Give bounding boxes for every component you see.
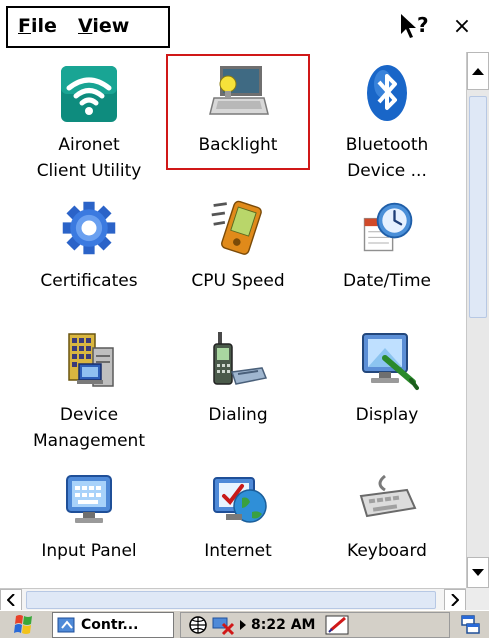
clock[interactable]: 8:22 AM [251,617,315,633]
item-keyboard[interactable]: Keyboard [312,468,462,588]
help-arrow-icon: ? [401,13,429,38]
arrow-up-icon [472,68,484,75]
item-aironet[interactable]: Aironet Client Utility [14,58,164,194]
task-label: Contr... [81,617,139,633]
device-management-icon [68,333,114,387]
close-button[interactable]: × [441,8,483,44]
scroll-left-button[interactable] [0,589,22,611]
control-panel-icon [57,617,75,633]
item-label: Input Panel [41,541,137,561]
item-label: Certificates [40,271,138,291]
display-monitor-icon [362,333,419,390]
vertical-scroll-thumb[interactable] [469,96,487,318]
windows-flag-icon [14,615,32,634]
item-label: Aironet Client Utility [36,135,142,181]
item-date-time[interactable]: Date/Time [312,198,462,304]
dialing-phone-icon [213,332,268,385]
item-internet[interactable]: Internet [163,468,313,588]
task-switcher-button[interactable] [456,612,486,638]
input-panel-icon [66,475,112,523]
connection-status-icon[interactable] [211,614,237,636]
wifi-icon [61,66,117,122]
item-certificates[interactable]: Certificates [14,198,164,304]
date-time-clock-icon [363,202,413,252]
taskbar: Contr... 8:22 AM [0,610,489,638]
help-button[interactable]: ? [393,8,437,44]
item-display[interactable]: Display [312,328,462,460]
item-label: Device Management [33,405,145,451]
item-label: Dialing [208,405,268,425]
cpu-speed-pda-icon [211,200,262,255]
item-input-panel[interactable]: Input Panel [14,468,164,588]
item-backlight[interactable]: Backlight [163,58,313,194]
system-tray: 8:22 AM [180,612,450,638]
network-globe-icon[interactable] [187,615,209,635]
arrow-down-icon [472,568,484,576]
tray-arrow-icon[interactable] [239,620,247,630]
certificates-gear-icon [62,201,116,255]
close-icon: × [452,13,472,39]
arrow-left-icon [7,594,15,606]
keyboard-icon [359,474,417,518]
item-cpu-speed[interactable]: CPU Speed [163,198,313,304]
item-label: Backlight [198,135,278,155]
scroll-up-button[interactable] [467,52,489,90]
item-label: Internet [204,541,272,561]
item-label: Display [355,405,419,425]
view-menu[interactable]: View [78,15,129,37]
pen-input-icon[interactable] [325,614,351,636]
arrow-right-icon [451,594,459,606]
windows-stack-icon [461,615,480,634]
horizontal-scroll-thumb[interactable] [26,591,436,609]
item-bluetooth[interactable]: Bluetooth Device ... [312,58,462,194]
menu-bar: File View ? × [0,0,489,52]
control-panel-grid: Aironet Client Utility Backlight Bluetoo… [0,52,466,588]
bluetooth-icon [367,65,407,121]
menu-box: File View [6,6,170,48]
scrollbar-corner [466,588,489,610]
file-menu[interactable]: File [18,15,57,37]
item-label: Date/Time [343,271,431,291]
item-label: Bluetooth Device ... [345,135,429,181]
start-button[interactable] [2,612,46,638]
scroll-down-button[interactable] [467,557,489,588]
internet-globe-icon [213,477,267,523]
horizontal-scrollbar[interactable] [0,588,466,611]
item-device-management[interactable]: Device Management [14,328,164,460]
svg-text:?: ? [417,13,429,37]
vertical-scrollbar[interactable] [466,52,489,588]
item-label: Keyboard [347,541,427,561]
backlight-laptop-icon [209,66,269,115]
item-dialing[interactable]: Dialing [163,328,313,460]
taskbar-control-panel[interactable]: Contr... [52,612,174,638]
item-label: CPU Speed [191,271,285,291]
scroll-right-button[interactable] [444,589,466,611]
